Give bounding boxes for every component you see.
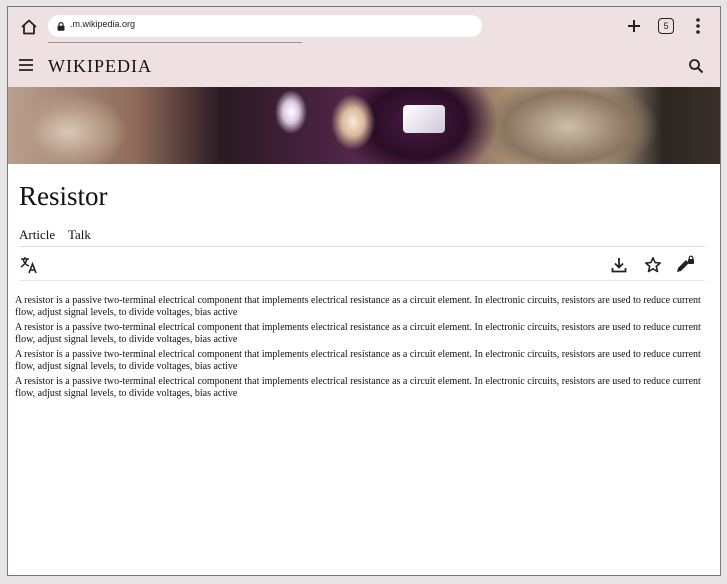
more-vert-icon	[696, 18, 700, 34]
wikipedia-wordmark[interactable]: WIKIPEDIA	[48, 56, 152, 77]
overflow-menu-button[interactable]	[692, 17, 704, 35]
download-icon	[611, 258, 627, 273]
home-icon	[21, 19, 37, 35]
main-menu-button[interactable]	[18, 58, 34, 72]
new-tab-button[interactable]	[625, 17, 643, 35]
article-paragraph: A resistor is a passive two-terminal ele…	[15, 349, 701, 372]
hero-image-window	[403, 105, 445, 133]
watch-star-button[interactable]	[644, 256, 662, 274]
tab-switcher-button[interactable]: 5	[658, 18, 674, 34]
tab-article[interactable]: Article	[19, 227, 56, 247]
tabs-divider	[19, 246, 705, 247]
plus-icon	[628, 20, 640, 32]
browser-window: .m.wikipedia.org 5 WIKIPEDIA Resistor Ar…	[7, 6, 721, 576]
search-button[interactable]	[688, 58, 704, 74]
edit-locked-icon	[677, 255, 694, 272]
star-icon	[645, 257, 661, 273]
url-text: .m.wikipedia.org	[70, 19, 136, 29]
lock-icon	[57, 22, 65, 31]
browser-chrome: .m.wikipedia.org 5 WIKIPEDIA	[8, 7, 720, 87]
article-paragraph: A resistor is a passive two-terminal ele…	[15, 376, 701, 399]
article-lead-image	[8, 87, 720, 164]
article-paragraph: A resistor is a passive two-terminal ele…	[15, 295, 701, 318]
tab-talk[interactable]: Talk	[68, 227, 91, 243]
page-title: Resistor	[19, 181, 108, 211]
download-button[interactable]	[610, 256, 628, 274]
search-icon	[689, 59, 704, 74]
actions-divider	[19, 280, 705, 281]
page-load-progress	[48, 42, 302, 43]
hamburger-menu-icon	[19, 59, 33, 71]
article-paragraph: A resistor is a passive two-terminal ele…	[15, 322, 701, 345]
edit-button[interactable]	[675, 255, 695, 275]
language-button[interactable]	[19, 255, 39, 275]
home-button[interactable]	[18, 16, 40, 38]
translate-icon	[20, 257, 37, 274]
article-body: A resistor is a passive two-terminal ele…	[15, 295, 705, 403]
address-bar[interactable]: .m.wikipedia.org	[48, 15, 482, 37]
